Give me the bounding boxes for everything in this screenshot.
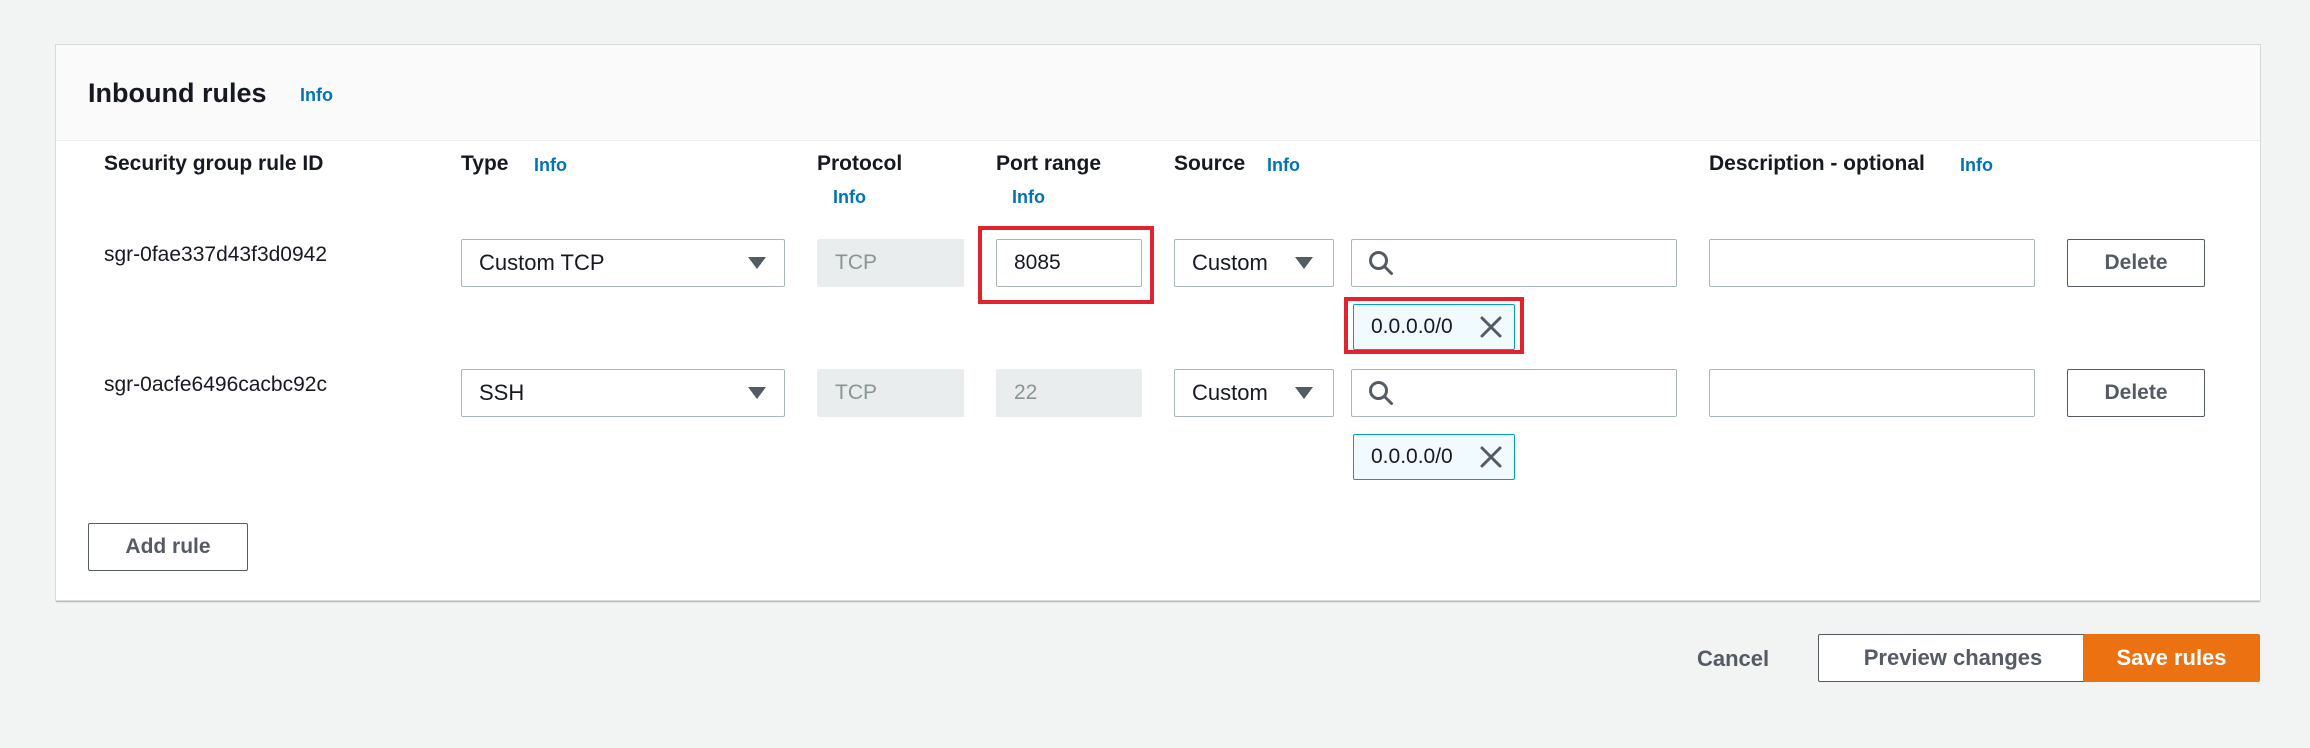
col-header-protocol: Protocol [817,152,903,175]
preview-changes-button[interactable]: Preview changes [1818,634,2088,682]
panel-title: Inbound rules [88,78,267,108]
source-type-value: Custom [1192,380,1268,405]
col-header-rule-id: Security group rule ID [104,152,324,175]
type-select-value: SSH [479,380,525,405]
caret-down-icon [1295,387,1313,399]
protocol-field: TCP [817,239,964,287]
type-select[interactable]: Custom TCP [461,239,785,287]
protocol-value: TCP [835,381,877,404]
delete-button[interactable]: Delete [2067,239,2205,287]
protocol-value: TCP [835,251,877,274]
delete-button[interactable]: Delete [2067,369,2205,417]
source-search-input[interactable] [1351,239,1677,287]
protocol-field: TCP [817,369,964,417]
source-type-select[interactable]: Custom [1174,369,1334,417]
source-token: 0.0.0.0/0 [1353,434,1515,480]
inbound-rules-panel: Inbound rules Info Security group rule I… [55,44,2261,601]
source-token-value: 0.0.0.0/0 [1371,445,1453,468]
col-header-source: Source [1174,152,1246,175]
source-info-link[interactable]: Info [1267,155,1300,176]
close-icon[interactable] [1479,445,1503,469]
protocol-info-link[interactable]: Info [833,187,866,208]
source-search-input[interactable] [1351,369,1677,417]
port-range-info-link[interactable]: Info [1012,187,1045,208]
panel-info-link[interactable]: Info [300,85,333,106]
source-type-select[interactable]: Custom [1174,239,1334,287]
col-header-type: Type [461,152,509,175]
source-type-value: Custom [1192,250,1268,275]
type-select[interactable]: SSH [461,369,785,417]
description-input[interactable] [1709,239,2035,287]
description-info-link[interactable]: Info [1960,155,1993,176]
caret-down-icon [748,257,766,269]
caret-down-icon [748,387,766,399]
type-select-value: Custom TCP [479,250,605,275]
search-icon [1369,381,1393,405]
caret-down-icon [1295,257,1313,269]
port-range-field: 22 [996,369,1142,417]
type-info-link[interactable]: Info [534,155,567,176]
rule-id: sgr-0fae337d43f3d0942 [104,243,328,266]
port-range-value: 22 [1014,381,1038,404]
panel-header: Inbound rules Info [56,45,2260,141]
col-header-port-range: Port range [996,152,1102,175]
port-range-highlight [978,226,1154,304]
col-header-description: Description - optional [1709,152,1925,175]
add-rule-button[interactable]: Add rule [88,523,248,571]
save-rules-button[interactable]: Save rules [2083,634,2260,682]
description-input[interactable] [1709,369,2035,417]
cancel-button[interactable]: Cancel [1697,646,1769,672]
source-token-highlight [1344,297,1524,354]
search-icon [1369,251,1393,275]
rule-id: sgr-0acfe6496cacbc92c [104,373,327,396]
